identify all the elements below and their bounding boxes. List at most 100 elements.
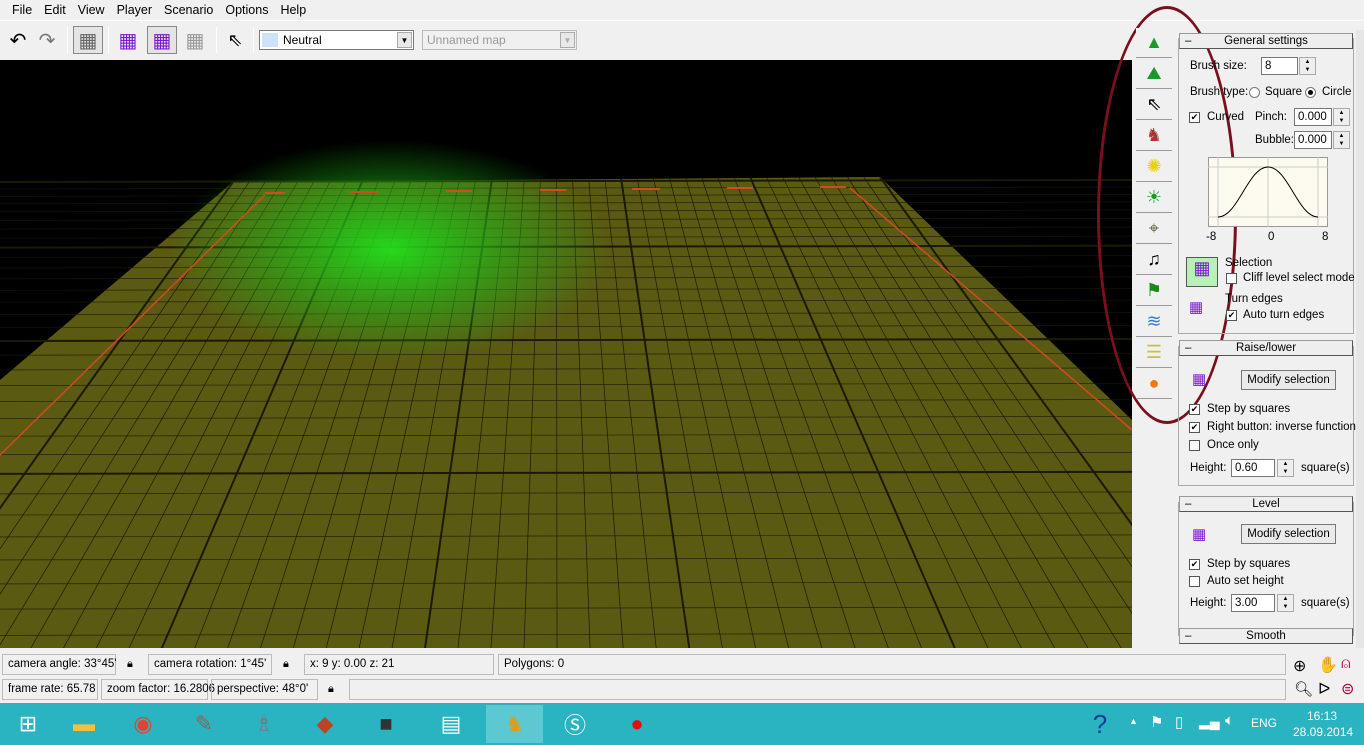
file-explorer-icon[interactable]: ▬ [56, 705, 112, 743]
book-app-icon[interactable]: ◆ [297, 705, 353, 743]
settings-panel: – General settings Brush size: 8 ▲ ▼ Brush… [1176, 30, 1356, 648]
volume-icon[interactable]: 🔈︎ [1225, 712, 1234, 729]
tiles-icon: ▦ [1192, 526, 1207, 543]
lock-icon[interactable]: 🔒︎ [328, 683, 334, 696]
game-app-icon[interactable]: ■ [358, 705, 414, 743]
gray-tiles-icon[interactable]: ▦ [180, 26, 210, 54]
objective-flag-icon[interactable]: ⚑ [1136, 276, 1172, 306]
auto-turn-label: Auto turn edges [1243, 309, 1325, 321]
record-icon[interactable]: ● [609, 705, 665, 743]
raise-step-checkbox[interactable]: ✔ [1189, 404, 1200, 415]
chrome-icon[interactable]: ◉ [115, 705, 171, 743]
once-only-checkbox[interactable] [1189, 440, 1200, 451]
divider [108, 27, 109, 53]
level-modify-selection-button[interactable]: Modify selection [1241, 524, 1336, 544]
tray-expand-icon[interactable]: ▲ [1129, 716, 1138, 726]
camera-icon[interactable]: ⌖ [1136, 214, 1172, 244]
turn-edges-icon[interactable]: ▦ [1189, 298, 1213, 316]
rotate-axes-icon[interactable]: ⊕ [1293, 656, 1306, 676]
tool-icon-column: ▲ ⛰ ⇖ ♞ ✺ ☀ ⌖ ♫ ⚑ ≋ ☰ ● [1136, 28, 1174, 399]
player-select[interactable]: Neutral ▼ [259, 30, 414, 50]
pinch-stepper[interactable]: ▲ ▼ [1333, 108, 1350, 126]
bubble-stepper[interactable]: ▲ ▼ [1333, 131, 1350, 149]
raise-height-input[interactable]: 0.60 [1231, 459, 1275, 477]
language-indicator[interactable]: ENG [1251, 716, 1277, 730]
sky-icon[interactable]: ☀ [1136, 183, 1172, 213]
brush-size-stepper[interactable]: ▲ ▼ [1299, 57, 1316, 75]
square-radio[interactable] [1249, 87, 1260, 98]
raise-modify-selection-button[interactable]: Modify selection [1241, 370, 1336, 390]
empty-status [349, 679, 1286, 700]
hand-pan-icon[interactable]: ✋ [1318, 655, 1338, 675]
terrain-icon[interactable]: ▲ [1136, 28, 1172, 58]
pointer-icon[interactable]: ⇖ [220, 26, 250, 54]
raise-lower-header[interactable]: – Raise/lower [1179, 340, 1353, 356]
level-header[interactable]: – Level [1179, 496, 1353, 512]
raise-height-stepper[interactable]: ▲ ▼ [1277, 459, 1294, 477]
purple-tiles-selected-icon[interactable]: ▦ [147, 26, 177, 54]
map-editor-task-icon[interactable]: ♞ [486, 705, 543, 743]
music-icon[interactable]: ♫ [1136, 245, 1172, 275]
scroll-app-icon[interactable]: ✎ [176, 705, 232, 743]
help-icon[interactable]: ? [1072, 705, 1128, 743]
level-height-input[interactable]: 3.00 [1231, 594, 1275, 612]
window-app-icon[interactable]: ▤ [423, 705, 479, 743]
panel-scrollbar[interactable] [1356, 30, 1364, 648]
skype-icon[interactable]: Ⓢ [547, 705, 603, 743]
pointer-icon[interactable]: ⇖ [1136, 90, 1172, 120]
raise-step-label: Step by squares [1207, 403, 1291, 415]
axis-mid-label: 0 [1268, 231, 1275, 243]
selection-tool-button[interactable]: ▦ [1186, 257, 1218, 287]
level-step-checkbox[interactable]: ✔ [1189, 559, 1200, 570]
bubble-input[interactable]: 0.000 [1294, 131, 1332, 149]
unit-icon[interactable]: ♞ [1136, 121, 1172, 151]
map-select-value: Unnamed map [427, 33, 506, 47]
orbit-icon[interactable]: ⍝ [1341, 655, 1351, 673]
orange-blob-icon[interactable]: ● [1136, 369, 1172, 399]
raise-height-label: Height: [1190, 462, 1227, 474]
view-reset-icon[interactable]: ⊜ [1341, 679, 1354, 699]
once-only-label: Once only [1207, 439, 1259, 451]
lock-icon[interactable]: 🔒︎ [283, 658, 289, 671]
clock-date[interactable]: 28.09.2014 [1293, 725, 1353, 739]
3d-viewport[interactable] [0, 60, 1132, 648]
layers-icon[interactable]: ☰ [1136, 338, 1172, 368]
light-icon[interactable]: ✺ [1136, 152, 1172, 182]
action-center-flag-icon[interactable]: ⚑ [1150, 713, 1163, 731]
battery-icon[interactable]: ▯ [1175, 713, 1183, 731]
network-signal-icon[interactable]: ▂▄ [1199, 713, 1220, 730]
start-icon[interactable]: ⊞ [0, 705, 56, 743]
chevron-down-icon[interactable]: ▼ [397, 32, 412, 48]
level-height-stepper[interactable]: ▲ ▼ [1277, 594, 1294, 612]
auto-turn-checkbox[interactable]: ✔ [1226, 310, 1237, 321]
perspective-icon[interactable]: ᐅ [1318, 679, 1330, 699]
menu-edit[interactable]: Edit [38, 3, 72, 17]
clock-time[interactable]: 16:13 [1307, 709, 1337, 723]
grid-tiles-icon[interactable]: ▦ [73, 26, 103, 54]
pinch-input[interactable]: 0.000 [1294, 108, 1332, 126]
general-settings-header[interactable]: – General settings [1179, 33, 1353, 49]
menu-help[interactable]: Help [274, 3, 312, 17]
lock-icon[interactable]: 🔒︎ [127, 658, 133, 671]
menu-scenario[interactable]: Scenario [158, 3, 219, 17]
menu-view[interactable]: View [72, 3, 111, 17]
menu-options[interactable]: Options [219, 3, 274, 17]
landscape-icon[interactable]: ⛰ [1136, 59, 1172, 89]
menu-player[interactable]: Player [111, 3, 158, 17]
undo-icon[interactable]: ↶ [3, 26, 33, 54]
purple-tiles-icon[interactable]: ▦ [113, 26, 143, 54]
curved-label: Curved [1207, 111, 1245, 123]
redo-icon[interactable]: ↷ [32, 26, 62, 54]
auto-set-height-checkbox[interactable] [1189, 576, 1200, 587]
right-button-checkbox[interactable]: ✔ [1189, 422, 1200, 433]
curved-checkbox[interactable]: ✔ [1189, 112, 1200, 123]
bubble-label: Bubble: [1255, 134, 1295, 146]
smooth-header[interactable]: – Smooth [1179, 628, 1353, 644]
circle-radio[interactable] [1305, 87, 1316, 98]
water-icon[interactable]: ≋ [1136, 307, 1172, 337]
brush-size-input[interactable]: 8 [1261, 57, 1298, 75]
wizard-app-icon[interactable]: ♗ [236, 705, 292, 743]
cliff-mode-checkbox[interactable] [1226, 273, 1237, 284]
zoom-icon[interactable]: 🔍︎ [1294, 680, 1313, 698]
menu-file[interactable]: File [6, 3, 38, 17]
